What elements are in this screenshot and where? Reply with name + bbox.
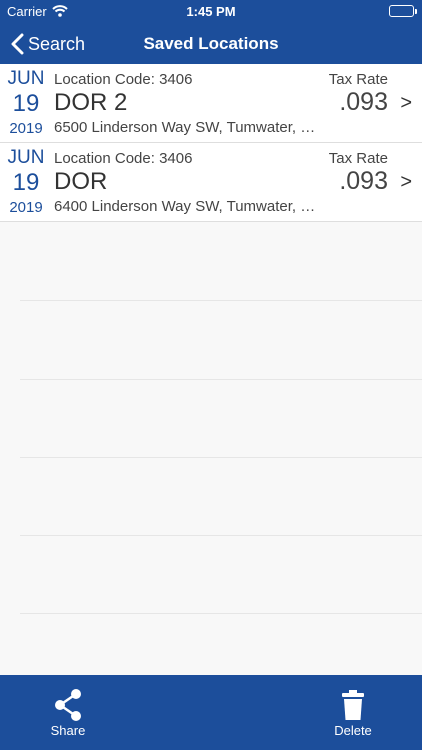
row-separator	[20, 379, 422, 380]
tax-rate-label: Tax Rate	[328, 71, 388, 88]
battery-icon	[389, 5, 417, 17]
chevron-right-icon: >	[400, 92, 412, 114]
location-name: DOR 2	[54, 89, 128, 116]
location-address: 6400 Linderson Way SW, Tumwater, WA 9850…	[54, 198, 316, 215]
saved-year: 2019	[9, 199, 43, 216]
location-code: Location Code: 3406	[54, 71, 193, 88]
saved-date: JUN 19 2019	[0, 147, 52, 219]
row-separator	[20, 535, 422, 536]
saved-locations-list: JUN 19 2019 Location Code: 3406 DOR 2 65…	[0, 64, 422, 222]
clock: 1:45 PM	[186, 4, 236, 19]
tax-rate-value: .093	[339, 167, 388, 195]
row-separator	[20, 457, 422, 458]
location-row[interactable]: JUN 19 2019 Location Code: 3406 DOR 6400…	[0, 143, 422, 222]
tax-rate-value: .093	[339, 88, 388, 116]
saved-date: JUN 19 2019	[0, 68, 52, 140]
location-address: 6500 Linderson Way SW, Tumwater, WA 9850…	[54, 119, 316, 136]
navigation-bar: Carrier 1:45 PM Search Saved Locations	[0, 0, 422, 64]
page-title: Saved Locations	[143, 34, 279, 53]
location-code: Location Code: 3406	[54, 150, 193, 167]
saved-day: 19	[12, 90, 40, 117]
empty-list-area	[0, 222, 422, 675]
location-name: DOR	[54, 168, 108, 195]
share-icon	[55, 689, 81, 721]
saved-month: JUN	[7, 68, 45, 89]
share-button[interactable]: Share	[28, 675, 108, 750]
row-separator	[20, 300, 422, 301]
tax-rate-label: Tax Rate	[328, 150, 388, 167]
saved-year: 2019	[9, 120, 43, 137]
bottom-toolbar: Share Delete	[0, 675, 422, 750]
delete-button[interactable]: Delete	[313, 675, 393, 750]
trash-icon	[342, 690, 364, 720]
share-button-label: Share	[50, 723, 86, 738]
row-separator	[20, 613, 422, 614]
chevron-right-icon: >	[400, 171, 412, 193]
delete-button-label: Delete	[334, 723, 372, 738]
saved-day: 19	[12, 169, 40, 196]
location-row[interactable]: JUN 19 2019 Location Code: 3406 DOR 2 65…	[0, 64, 422, 143]
saved-month: JUN	[7, 147, 45, 168]
status-bar: Carrier 1:45 PM	[0, 0, 422, 22]
